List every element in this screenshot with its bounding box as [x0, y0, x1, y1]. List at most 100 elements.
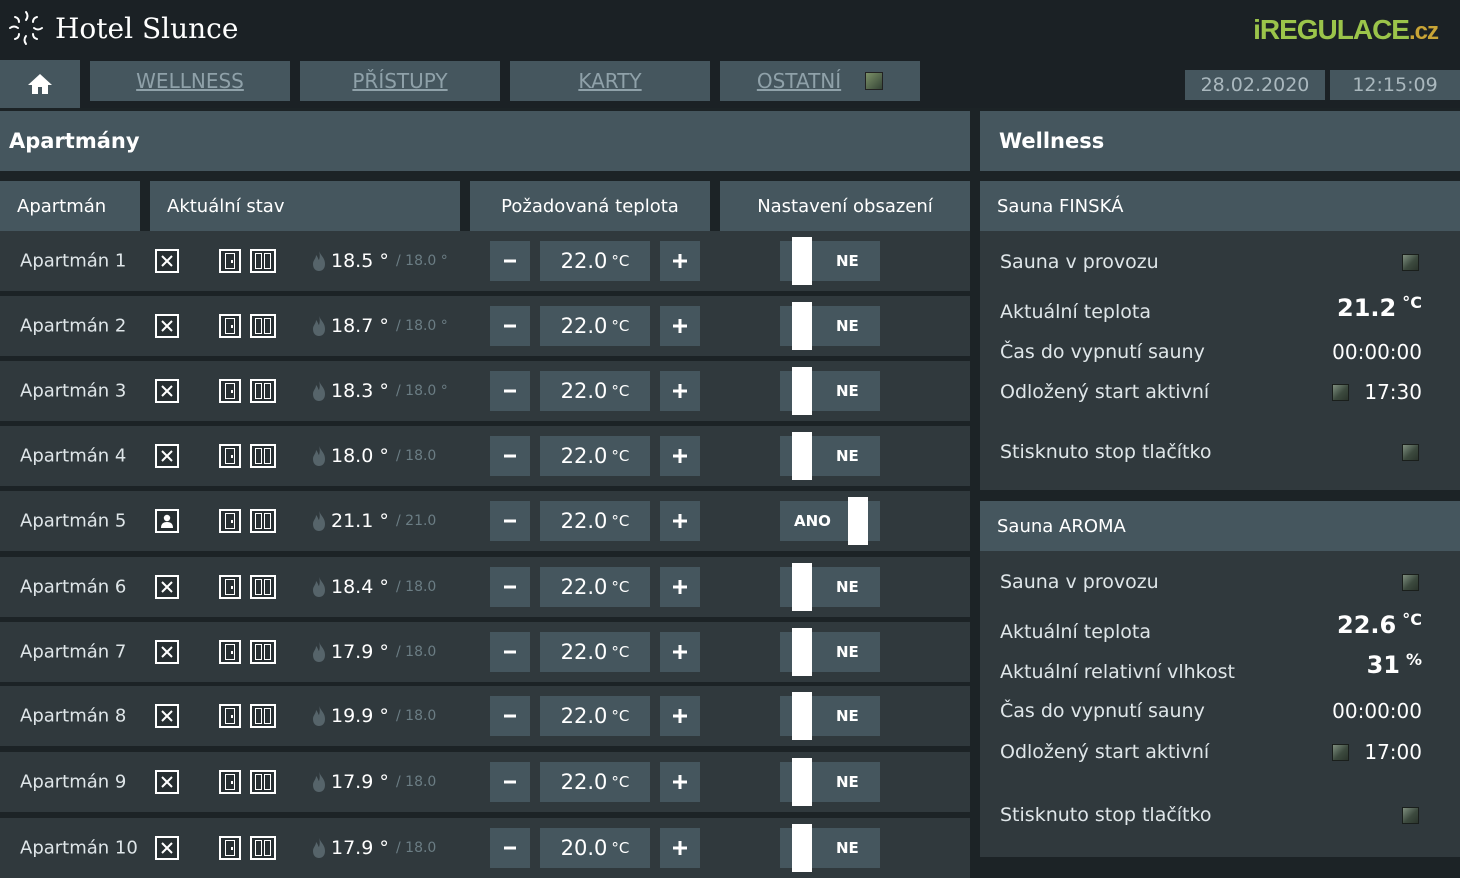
increase-temp-button[interactable] [660, 632, 700, 672]
tab-pristupy[interactable]: PŘÍSTUPY [300, 61, 500, 101]
decrease-temp-button[interactable] [490, 371, 530, 411]
increase-temp-button[interactable] [660, 241, 700, 281]
tab-ostatni[interactable]: OSTATNÍ [720, 61, 920, 101]
toggle-knob[interactable] [792, 758, 812, 806]
occupancy-toggle[interactable]: ANO [780, 497, 880, 545]
sauna-aroma-stop-label: Stisknuto stop tlačítko [1000, 804, 1212, 826]
flame-icon [313, 577, 325, 597]
current-temp-degree: ° [379, 576, 389, 598]
apartment-row: Apartmán 4 18.0 ° / 18.0 22.0 °C NE [0, 426, 970, 486]
toggle-knob[interactable] [792, 692, 812, 740]
increase-temp-button[interactable] [660, 828, 700, 868]
target-temp-number: 20.0 [560, 836, 608, 860]
occupancy-toggle[interactable]: NE [780, 824, 880, 872]
decrease-temp-button[interactable] [490, 567, 530, 607]
increase-temp-button[interactable] [660, 567, 700, 607]
toggle-knob[interactable] [792, 824, 812, 872]
current-temp-number: 18.0 [331, 445, 374, 467]
occupancy-toggle[interactable]: NE [780, 237, 880, 285]
increase-temp-button[interactable] [660, 501, 700, 541]
window-icon [250, 509, 276, 533]
target-temp-display: 22.0 °C [540, 567, 650, 607]
occupancy-toggle[interactable]: NE [780, 628, 880, 676]
increase-temp-button[interactable] [660, 371, 700, 411]
increase-temp-button[interactable] [660, 436, 700, 476]
tab-karty[interactable]: KARTY [510, 61, 710, 101]
apartment-name: Apartmán 4 [20, 445, 127, 467]
set-temp: / 18.0 [396, 840, 437, 856]
decrease-temp-button[interactable] [490, 828, 530, 868]
sauna-finska-temp-label: Aktuální teplota [1000, 301, 1151, 323]
target-temp-unit: °C [611, 512, 630, 530]
sauna-aroma-delayed-label: Odložený start aktivní [1000, 741, 1210, 763]
column-header-target-temp: Požadovaná teplota [470, 181, 710, 231]
sauna-aroma-header: Sauna AROMA [980, 501, 1460, 551]
decrease-temp-button[interactable] [490, 306, 530, 346]
minus-icon [504, 454, 516, 458]
increase-temp-button[interactable] [660, 762, 700, 802]
door-icon [219, 836, 241, 860]
column-header-current-state: Aktuální stav [150, 181, 460, 231]
current-temp: 21.1 ° [331, 510, 389, 532]
toggle-knob[interactable] [848, 497, 868, 545]
toggle-knob[interactable] [792, 237, 812, 285]
window-icon [250, 314, 276, 338]
tab-label: PŘÍSTUPY [352, 69, 448, 93]
set-temp: / 21.0 [396, 513, 437, 529]
set-temp: / 18.0 [396, 644, 437, 660]
sauna-aroma-delayed-value: 17:00 [1364, 740, 1422, 764]
target-temp-number: 22.0 [560, 704, 608, 728]
apartment-row: Apartmán 8 19.9 ° / 18.0 22.0 °C NE [0, 686, 970, 746]
unoccupied-x-icon [155, 444, 179, 468]
occupancy-label: NE [836, 773, 859, 791]
occupancy-label: NE [836, 447, 859, 465]
current-temp: 17.9 ° [331, 771, 389, 793]
current-temp: 18.4 ° [331, 576, 389, 598]
decrease-temp-button[interactable] [490, 632, 530, 672]
set-temp-number: 18.0 [405, 318, 437, 334]
tab-wellness[interactable]: WELLNESS [90, 61, 290, 101]
toggle-knob[interactable] [792, 563, 812, 611]
current-temp-number: 18.5 [331, 250, 374, 272]
flame-icon [313, 642, 325, 662]
current-temp-number: 17.9 [331, 641, 374, 663]
toggle-knob[interactable] [792, 628, 812, 676]
plus-icon [673, 580, 687, 594]
occupancy-toggle[interactable]: NE [780, 692, 880, 740]
occupancy-toggle[interactable]: NE [780, 302, 880, 350]
unoccupied-x-icon [155, 575, 179, 599]
toggle-knob[interactable] [792, 432, 812, 480]
decrease-temp-button[interactable] [490, 696, 530, 736]
set-temp-degree: ° [440, 253, 448, 269]
unoccupied-x-icon [155, 770, 179, 794]
target-temp-unit: °C [611, 707, 630, 725]
occupancy-toggle[interactable]: NE [780, 758, 880, 806]
apartment-name: Apartmán 9 [20, 771, 127, 793]
flame-icon [313, 316, 325, 336]
plus-icon [673, 514, 687, 528]
person-occupied-icon [155, 509, 179, 533]
sauna-finska-operation-label: Sauna v provozu [1000, 251, 1159, 273]
increase-temp-button[interactable] [660, 306, 700, 346]
apartment-name: Apartmán 2 [20, 315, 127, 337]
toggle-knob[interactable] [792, 367, 812, 415]
increase-temp-button[interactable] [660, 696, 700, 736]
target-temp-display: 22.0 °C [540, 436, 650, 476]
target-temp-unit: °C [611, 578, 630, 596]
decrease-temp-button[interactable] [490, 241, 530, 281]
decrease-temp-button[interactable] [490, 762, 530, 802]
target-temp-display: 22.0 °C [540, 696, 650, 736]
occupancy-toggle[interactable]: NE [780, 432, 880, 480]
decrease-temp-button[interactable] [490, 501, 530, 541]
tab-home[interactable] [0, 60, 80, 108]
occupancy-toggle[interactable]: NE [780, 563, 880, 611]
sauna-aroma-off-time-value: 00:00:00 [1332, 699, 1422, 723]
toggle-knob[interactable] [792, 302, 812, 350]
occupancy-label: NE [836, 839, 859, 857]
apartment-row: Apartmán 7 17.9 ° / 18.0 22.0 °C NE [0, 622, 970, 682]
decrease-temp-button[interactable] [490, 436, 530, 476]
sauna-finska-temp-value: 21.2 °C [1337, 293, 1422, 322]
target-temp-unit: °C [611, 252, 630, 270]
minus-icon [504, 324, 516, 328]
occupancy-toggle[interactable]: NE [780, 367, 880, 415]
